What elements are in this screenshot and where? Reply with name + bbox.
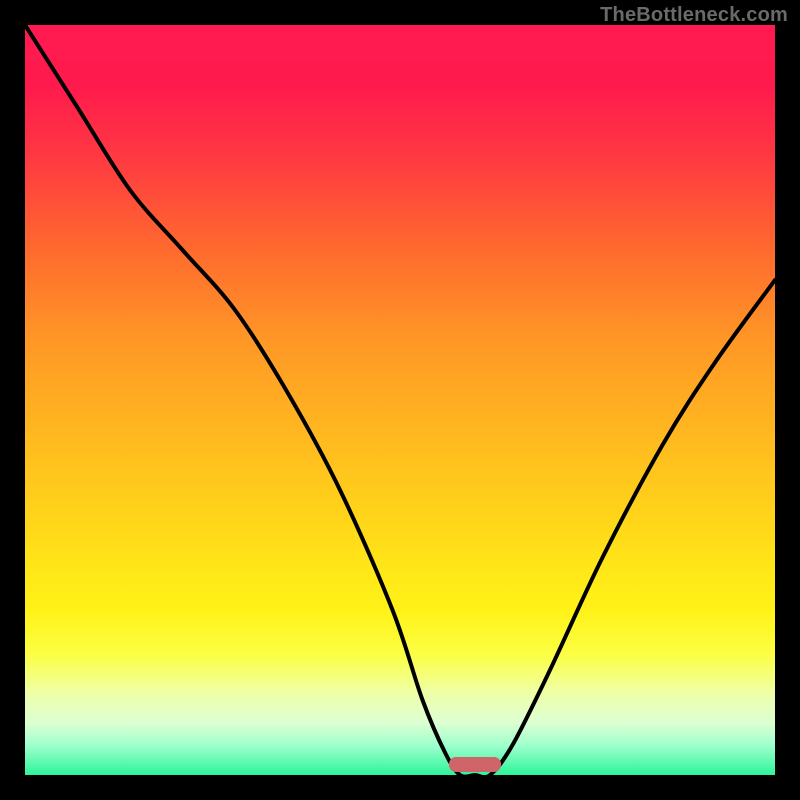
plot-area [25, 25, 775, 775]
watermark-text: TheBottleneck.com [600, 4, 788, 27]
minimum-marker [449, 757, 502, 772]
curve-svg [25, 25, 775, 775]
chart-frame: TheBottleneck.com [0, 0, 800, 800]
bottleneck-curve [25, 25, 775, 775]
